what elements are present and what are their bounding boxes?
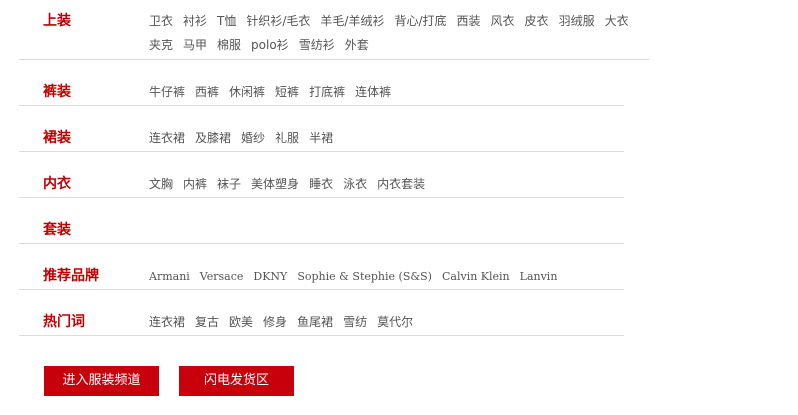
- category-link[interactable]: 背心/打底: [394, 9, 446, 33]
- category-link[interactable]: 欧美: [229, 310, 253, 334]
- category-link[interactable]: 睡衣: [309, 172, 333, 196]
- category-link[interactable]: 美体塑身: [251, 172, 299, 196]
- category-link[interactable]: 连衣裙: [149, 126, 185, 150]
- category-link[interactable]: 连体裤: [355, 80, 391, 104]
- category-section-underwear: 内衣 文胸 内裤 袜子 美体塑身 睡衣 泳衣 内衣套装: [19, 172, 624, 198]
- category-links: 连衣裙 及膝裙 婚纱 礼服 半裙: [149, 126, 619, 150]
- category-title[interactable]: 上装: [43, 12, 71, 30]
- category-link[interactable]: DKNY: [253, 265, 287, 289]
- category-link[interactable]: Armani: [149, 265, 190, 289]
- category-section-trousers: 裤装 牛仔裤 西裤 休闲裤 短裤 打底裤 连体裤: [19, 80, 624, 106]
- category-link[interactable]: 西裤: [195, 80, 219, 104]
- section-divider: [19, 335, 624, 336]
- category-link[interactable]: Versace: [200, 265, 244, 289]
- category-title[interactable]: 套装: [43, 221, 71, 239]
- category-link[interactable]: 西装: [457, 9, 481, 33]
- category-section-tops: 上装 卫衣 衬衫 T恤 针织衫/毛衣 羊毛/羊绒衫 背心/打底 西装 风衣 皮衣 羽绒服 大衣夹克 马甲…: [19, 9, 649, 60]
- section-divider: [19, 289, 624, 290]
- category-link[interactable]: Calvin Klein: [442, 265, 510, 289]
- category-link[interactable]: 连衣裙: [149, 310, 185, 334]
- category-section-hot-words: 热门词 连衣裙 复古 欧美 修身 鱼尾裙 雪纺 莫代尔: [19, 310, 624, 336]
- category-link[interactable]: 雪纺衫: [299, 33, 335, 57]
- enter-clothing-channel-button[interactable]: 进入服装频道: [44, 366, 159, 396]
- category-link[interactable]: 羊毛/羊绒衫: [320, 9, 384, 33]
- flash-shipping-button[interactable]: 闪电发货区: [179, 366, 294, 396]
- category-link[interactable]: 鱼尾裙: [297, 310, 333, 334]
- category-link[interactable]: 针织衫/毛衣: [246, 9, 310, 33]
- category-link[interactable]: 外套: [345, 33, 369, 57]
- category-link[interactable]: 礼服: [275, 126, 299, 150]
- category-link[interactable]: 马甲: [183, 33, 207, 57]
- section-divider: [19, 243, 624, 244]
- category-link[interactable]: 及膝裙: [195, 126, 231, 150]
- category-section-suits: 套装: [19, 218, 624, 244]
- section-divider: [19, 59, 649, 60]
- category-link[interactable]: T恤: [217, 9, 236, 33]
- category-links: 文胸 内裤 袜子 美体塑身 睡衣 泳衣 内衣套装: [149, 172, 619, 196]
- section-divider: [19, 105, 624, 106]
- category-title[interactable]: 裤装: [43, 83, 71, 101]
- category-link[interactable]: 休闲裤: [229, 80, 265, 104]
- category-link[interactable]: 大衣: [605, 9, 629, 33]
- category-title[interactable]: 推荐品牌: [43, 267, 99, 285]
- category-link[interactable]: 短裤: [275, 80, 299, 104]
- category-link[interactable]: 风衣: [491, 9, 515, 33]
- category-links: 牛仔裤 西裤 休闲裤 短裤 打底裤 连体裤: [149, 80, 619, 104]
- category-links: 卫衣 衬衫 T恤 针织衫/毛衣 羊毛/羊绒衫 背心/打底 西装 风衣 皮衣 羽绒服 大衣夹克 马甲 棉服…: [149, 9, 649, 57]
- category-links: 连衣裙 复古 欧美 修身 鱼尾裙 雪纺 莫代尔: [149, 310, 619, 334]
- category-link[interactable]: 文胸: [149, 172, 173, 196]
- category-title[interactable]: 热门词: [43, 313, 85, 331]
- category-link[interactable]: 皮衣: [525, 9, 549, 33]
- category-links: Armani Versace DKNY Sophie & Stephie (S&S) C…: [149, 264, 619, 289]
- category-link[interactable]: 袜子: [217, 172, 241, 196]
- section-divider: [19, 197, 624, 198]
- category-link[interactable]: 雪纺: [343, 310, 367, 334]
- category-link[interactable]: 婚纱: [241, 126, 265, 150]
- category-link[interactable]: 牛仔裤: [149, 80, 185, 104]
- category-link[interactable]: 修身: [263, 310, 287, 334]
- category-link[interactable]: polo衫: [251, 33, 289, 57]
- category-link[interactable]: 内裤: [183, 172, 207, 196]
- category-link[interactable]: 复古: [195, 310, 219, 334]
- category-link[interactable]: 夹克: [149, 33, 173, 57]
- category-link[interactable]: 衬衫: [183, 9, 207, 33]
- category-link[interactable]: 棉服: [217, 33, 241, 57]
- category-title[interactable]: 内衣: [43, 175, 71, 193]
- category-section-skirts: 裙装 连衣裙 及膝裙 婚纱 礼服 半裙: [19, 126, 624, 152]
- category-link[interactable]: Lanvin: [520, 265, 558, 289]
- category-link[interactable]: 莫代尔: [377, 310, 413, 334]
- category-link[interactable]: Sophie & Stephie (S&S): [297, 265, 432, 289]
- category-title[interactable]: 裙装: [43, 129, 71, 147]
- category-link[interactable]: 羽绒服: [559, 9, 595, 33]
- category-link[interactable]: 打底裤: [309, 80, 345, 104]
- category-link[interactable]: 半裙: [309, 126, 333, 150]
- category-link[interactable]: 泳衣: [343, 172, 367, 196]
- section-divider: [19, 151, 624, 152]
- category-section-recommended-brands: 推荐品牌 Armani Versace DKNY Sophie & Stephie (S…: [19, 264, 624, 290]
- category-link[interactable]: 内衣套装: [377, 172, 425, 196]
- category-link[interactable]: 卫衣: [149, 9, 173, 33]
